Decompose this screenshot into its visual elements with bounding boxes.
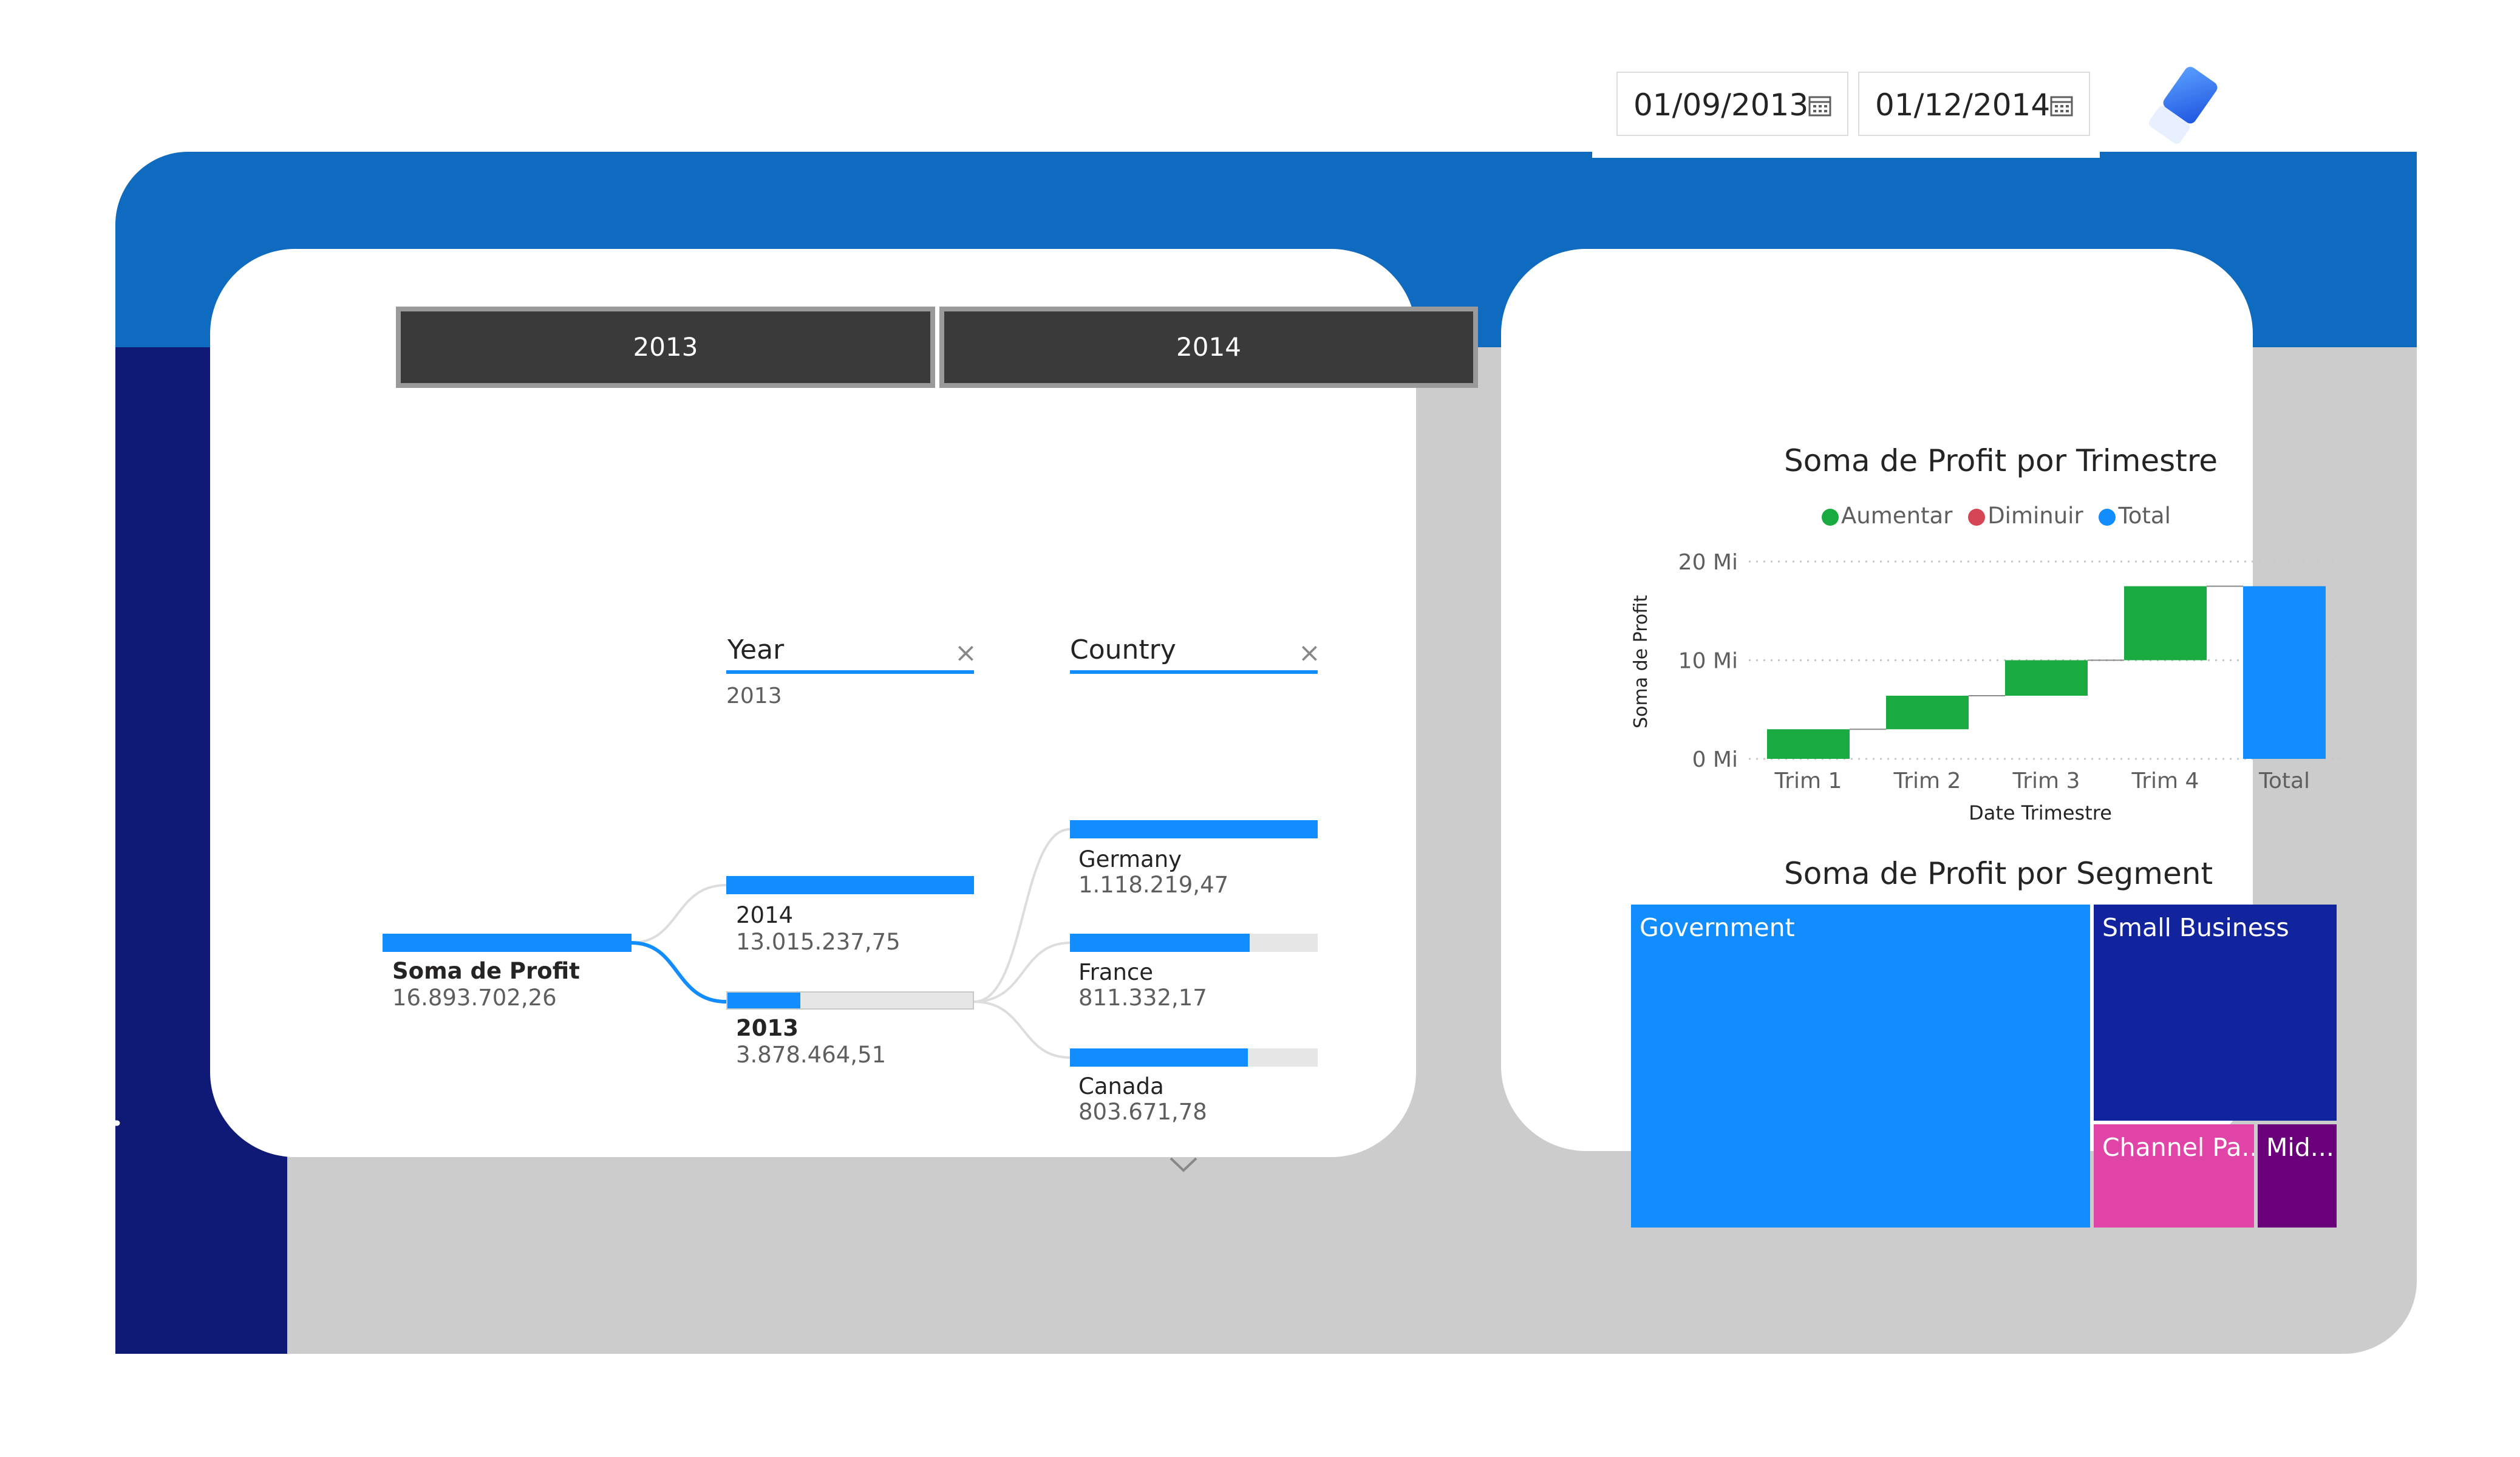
x-tick-label: Trim 1 xyxy=(1774,769,1842,793)
level-filter-value: 2013 xyxy=(726,684,782,708)
year-node-value: 3.878.464,51 xyxy=(736,1042,887,1068)
x-tick-label: Trim 2 xyxy=(1893,769,1961,793)
level-underline xyxy=(726,670,974,674)
year-node-name: 2014 xyxy=(736,902,794,928)
year-node-bar[interactable] xyxy=(726,876,974,894)
x-axis-title: Date Trimestre xyxy=(1969,801,2112,824)
country-node-bar[interactable] xyxy=(1070,1048,1318,1067)
country-node-name: France xyxy=(1078,959,1154,985)
waterfall-bar xyxy=(2243,586,2326,759)
treemap-tile-midmarket[interactable]: Mid... xyxy=(2258,1124,2337,1228)
legend-item[interactable]: Total xyxy=(2099,503,2171,529)
year-node-bar-selected[interactable] xyxy=(726,991,974,1010)
country-node-name: Germany xyxy=(1078,846,1182,872)
report-title: Sales Report xyxy=(220,75,639,143)
legend-label: Diminuir xyxy=(1987,503,2083,529)
y-tick-label: 10 Mi xyxy=(1678,649,1738,674)
country-node-name: Canada xyxy=(1078,1073,1164,1099)
root-node-value: 16.893.702,26 xyxy=(392,985,557,1011)
start-date-input[interactable]: 01/09/2013 xyxy=(1616,72,1848,136)
level-header-country[interactable]: Country xyxy=(1070,634,1176,665)
country-node-value: 1.118.219,47 xyxy=(1078,872,1229,898)
waterfall-title: Soma de Profit por Trimestre xyxy=(1784,443,2218,478)
waterfall-bar xyxy=(2124,586,2207,661)
close-icon[interactable]: × xyxy=(955,637,977,668)
y-tick-label: 0 Mi xyxy=(1692,747,1738,772)
date-range-slicer: 01/09/2013 01/12/2014 xyxy=(1592,51,2100,158)
year-node-fill xyxy=(726,876,974,894)
calendar-icon[interactable] xyxy=(2050,95,2073,117)
x-tick-label: Total xyxy=(2258,769,2310,793)
date-select-label: Selecione a data xyxy=(1165,79,1653,140)
legend-label: Total xyxy=(2118,503,2171,529)
year-node-name-selected: 2013 xyxy=(736,1015,799,1041)
root-node-bar[interactable] xyxy=(383,934,632,952)
legend-item[interactable]: Diminuir xyxy=(1968,503,2083,529)
country-node-fill xyxy=(1070,820,1318,838)
y-axis-title: Soma de Profit xyxy=(1630,595,1652,728)
country-node-value: 811.332,17 xyxy=(1078,985,1207,1011)
legend-dot xyxy=(1822,509,1839,526)
country-node-bar[interactable] xyxy=(1070,934,1318,952)
start-date-value: 01/09/2013 xyxy=(1633,87,1809,123)
treemap-title: Soma de Profit por Segment xyxy=(1784,856,2213,891)
back-arrow-icon[interactable] xyxy=(46,1087,143,1160)
x-tick-label: Trim 3 xyxy=(2012,769,2080,793)
year-node-fill xyxy=(727,993,801,1008)
y-tick-label: 20 Mi xyxy=(1678,550,1738,575)
close-icon[interactable]: × xyxy=(1298,637,1321,668)
year-node-value: 13.015.237,75 xyxy=(736,929,901,955)
country-node-fill xyxy=(1070,1048,1248,1067)
year-slicer-2013[interactable]: 2013 xyxy=(396,307,935,388)
waterfall-chart: 20 Mi 10 Mi 0 Mi Trim 1 Trim 2 Trim 3 Trim 4 To… xyxy=(1630,550,2344,824)
country-node-fill xyxy=(1070,934,1250,952)
calendar-icon[interactable] xyxy=(1808,95,1831,117)
country-node-value: 803.671,78 xyxy=(1078,1099,1207,1125)
treemap-tile-channel-partners[interactable]: Channel Pa... xyxy=(2094,1124,2254,1228)
legend-dot xyxy=(1968,509,1986,526)
end-date-input[interactable]: 01/12/2014 xyxy=(1858,72,2090,136)
chevron-down-icon[interactable] xyxy=(1167,1153,1200,1174)
treemap-tile-small-business[interactable]: Small Business xyxy=(2094,905,2337,1121)
year-slicer-2014[interactable]: 2014 xyxy=(939,307,1478,388)
eraser-icon[interactable] xyxy=(2136,61,2227,152)
waterfall-legend: Aumentar Diminuir Total xyxy=(1822,503,2179,529)
treemap-tile-government[interactable]: Government xyxy=(1631,905,2090,1228)
root-node-fill xyxy=(383,934,632,952)
x-tick-label: Trim 4 xyxy=(2131,769,2199,793)
level-underline xyxy=(1070,670,1318,674)
level-header-year[interactable]: Year xyxy=(727,634,784,665)
root-node-name: Soma de Profit xyxy=(392,958,580,984)
dio-logo-icon xyxy=(22,76,160,134)
legend-item[interactable]: Aumentar xyxy=(1822,503,1952,529)
end-date-value: 01/12/2014 xyxy=(1875,87,2051,123)
waterfall-bar xyxy=(2005,660,2088,696)
waterfall-bar xyxy=(1767,729,1850,759)
country-node-bar[interactable] xyxy=(1070,820,1318,838)
waterfall-bar xyxy=(1886,696,1969,730)
legend-label: Aumentar xyxy=(1841,503,1953,529)
legend-dot xyxy=(2099,509,2116,526)
